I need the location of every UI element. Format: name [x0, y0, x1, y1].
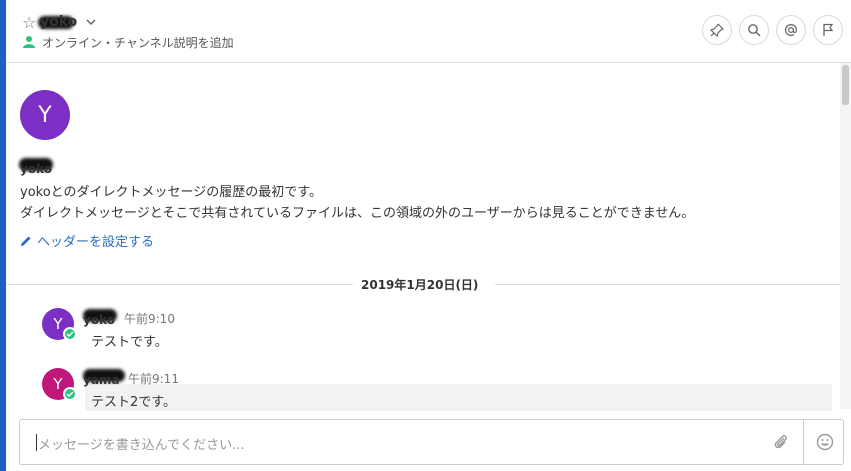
channel-title-row: ☆ yoko: [22, 12, 97, 32]
online-status-icon: [23, 36, 35, 48]
search-button[interactable]: [739, 15, 769, 45]
status-text[interactable]: オンライン・チャンネル説明を追加: [42, 34, 234, 51]
intro-text-line1: yokoとのダイレクトメッセージの履歴の最初です。: [20, 185, 322, 200]
intro-avatar[interactable]: Y: [20, 90, 70, 140]
separator-line: [495, 284, 840, 285]
search-icon: [748, 24, 761, 37]
channel-header: ☆ yoko オンライン・チャンネル説明を追加: [6, 0, 851, 63]
scrollbar-track[interactable]: [840, 63, 851, 409]
post-username[interactable]: yama: [83, 369, 125, 387]
check-icon: [66, 331, 74, 337]
online-badge: [63, 387, 77, 401]
post-message: テストです。: [91, 335, 168, 350]
chevron-down-icon[interactable]: [85, 16, 97, 28]
date-separator: 2019年1月20日(日): [6, 276, 840, 292]
header-actions: [702, 15, 843, 45]
post-hover-highlight: [85, 384, 832, 411]
message-input-box[interactable]: メッセージを書き込んでください...: [19, 419, 844, 465]
channel-name[interactable]: yoko: [38, 14, 77, 30]
input-divider: [803, 420, 804, 464]
separator-line: [6, 284, 353, 285]
post-message: テスト2です。: [91, 395, 176, 410]
star-icon[interactable]: ☆: [22, 13, 38, 32]
date-label: 2019年1月20日(日): [361, 278, 479, 292]
pinned-button[interactable]: [702, 15, 732, 45]
online-badge: [63, 327, 77, 341]
post[interactable]: Y yoko 午前9:10 テストです。: [6, 300, 840, 356]
set-header-label: ヘッダーを設定する: [37, 235, 155, 250]
set-header-link[interactable]: ヘッダーを設定する: [20, 231, 154, 250]
text-caret: [36, 434, 37, 451]
check-icon: [66, 391, 74, 397]
post-time[interactable]: 午前9:11: [128, 370, 179, 387]
mention-icon: [784, 23, 798, 37]
emoji-icon[interactable]: [816, 433, 834, 451]
intro-text-line2: ダイレクトメッセージとそこで共有されているファイルは、この領域の外のユーザーから…: [20, 206, 695, 221]
flagged-button[interactable]: [813, 15, 843, 45]
post[interactable]: Y yama 午前9:11 テスト2です。: [6, 360, 840, 412]
message-input[interactable]: メッセージを書き込んでください...: [38, 434, 245, 453]
post-username[interactable]: yoko: [83, 309, 117, 327]
channel-status-row: オンライン・チャンネル説明を追加: [22, 34, 234, 50]
flag-icon: [823, 23, 834, 36]
pin-icon: [710, 23, 724, 37]
post-time[interactable]: 午前9:10: [124, 310, 175, 327]
pencil-icon: [21, 236, 31, 246]
scrollbar-thumb[interactable]: [842, 65, 849, 105]
mentions-button[interactable]: [776, 15, 806, 45]
attachment-icon[interactable]: [772, 433, 790, 451]
intro-display-name: yoko: [19, 158, 53, 176]
